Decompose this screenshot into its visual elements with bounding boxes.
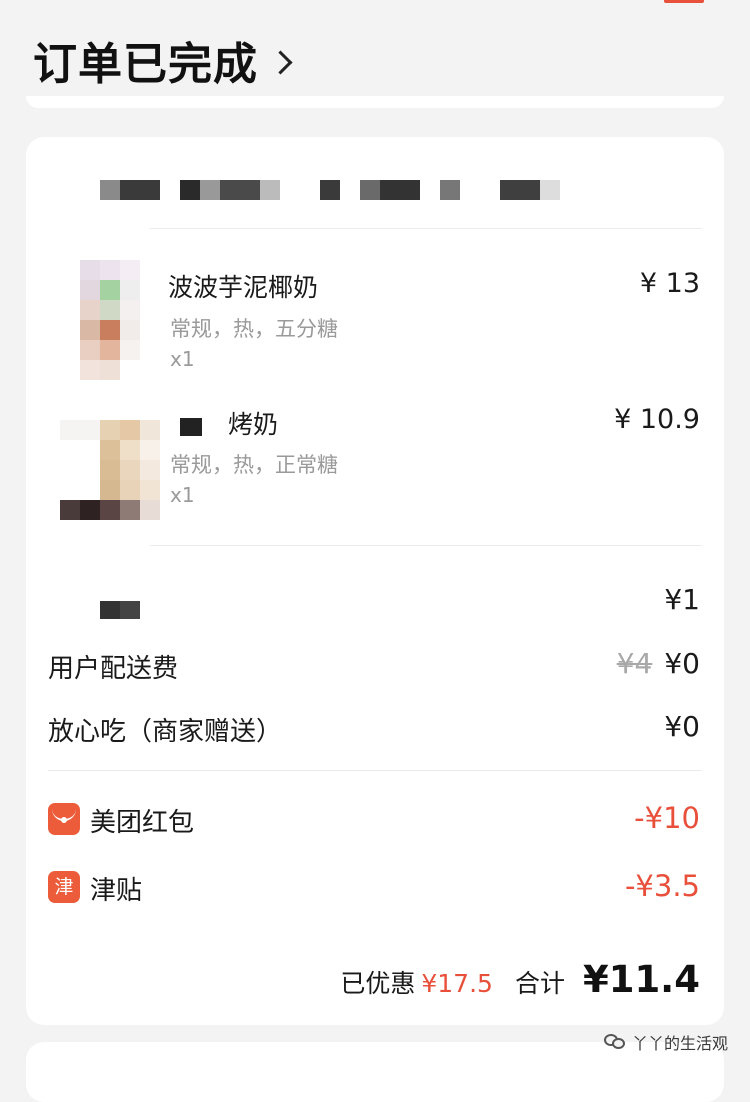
watermark: 丫丫的生活观 — [603, 1030, 728, 1054]
divider — [150, 545, 702, 546]
item-name-redaction — [180, 418, 202, 436]
order-total-row: 已优惠 ¥17.5 合计 ¥11.4 — [340, 958, 700, 1001]
item-price: ¥ 10.9 — [614, 404, 700, 435]
item-qty: x1 — [170, 347, 195, 371]
jin-tie-icon: 津 — [48, 871, 80, 903]
fee-label-redacted — [100, 601, 140, 619]
delivery-fee-original: ¥4 — [616, 647, 653, 680]
order-status-title: 订单已完成 — [33, 39, 258, 90]
previous-card-edge — [26, 96, 724, 108]
delivery-fee-label: 用户配送费 — [48, 654, 179, 684]
item-qty: x1 — [170, 483, 195, 507]
divider — [48, 770, 702, 771]
product-image[interactable] — [60, 420, 160, 520]
saved-amount: ¥17.5 — [421, 969, 493, 998]
item-name: 烤奶 — [228, 410, 279, 439]
saved-label: 已优惠 — [340, 969, 416, 998]
top-indicator — [664, 0, 704, 3]
watermark-text: 丫丫的生活观 — [631, 1034, 728, 1053]
total-amount: ¥11.4 — [582, 958, 700, 1001]
item-price: ¥ 13 — [639, 268, 700, 299]
red-envelope-icon — [48, 803, 80, 835]
insurance-label[interactable]: 放心吃（商家赠送） — [48, 711, 282, 748]
product-image[interactable] — [80, 260, 140, 380]
wechat-icon — [603, 1034, 626, 1050]
insurance-value: ¥0 — [664, 710, 700, 743]
discount-value: -¥10 — [634, 801, 700, 835]
chevron-right-icon — [268, 49, 293, 75]
order-status-header[interactable]: 订单已完成 — [33, 28, 293, 92]
item-name: 波波芋泥椰奶 — [168, 273, 319, 302]
delivery-fee-value: ¥4 ¥0 — [617, 647, 700, 680]
total-label: 合计 — [514, 969, 565, 998]
discount-label: 美团红包 — [90, 808, 195, 838]
shop-name-redacted[interactable] — [100, 180, 570, 202]
discount-value: -¥3.5 — [624, 869, 700, 903]
packaging-fee-value: ¥1 — [664, 583, 700, 616]
discount-label: 津贴 — [90, 876, 143, 906]
item-spec: 常规，热，正常糖 — [170, 453, 338, 477]
divider — [150, 228, 702, 229]
item-spec: 常规，热，五分糖 — [170, 317, 338, 341]
delivery-fee-actual: ¥0 — [664, 647, 700, 680]
